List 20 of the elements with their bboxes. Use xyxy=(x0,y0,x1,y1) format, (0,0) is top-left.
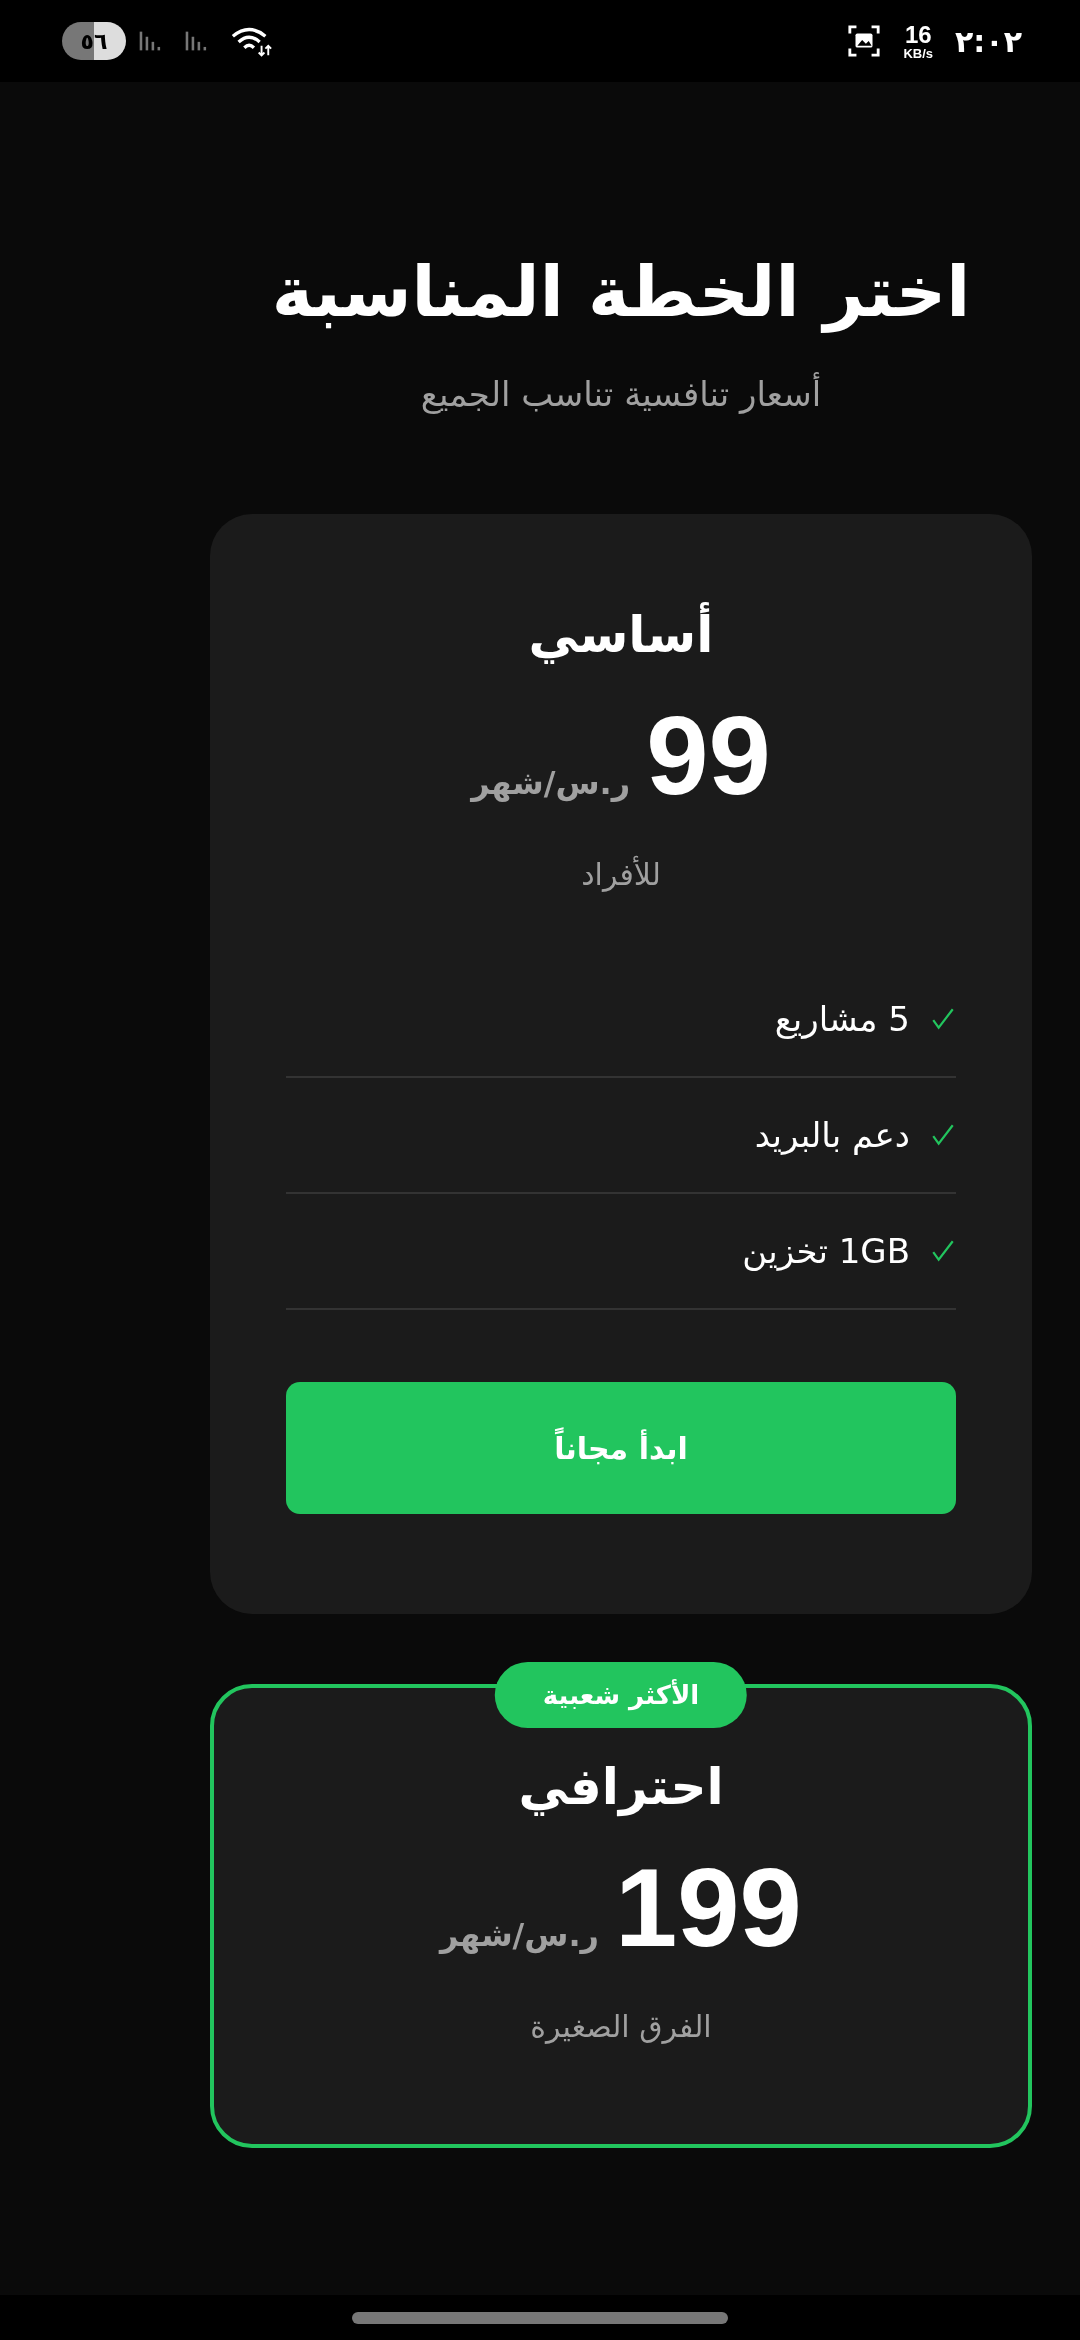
feature-text: 5 مشاريع xyxy=(774,999,910,1040)
plan-audience: الفرق الصغيرة xyxy=(530,2009,712,2045)
price-period: ر.س/شهر xyxy=(471,764,631,802)
price-period: ر.س/شهر xyxy=(440,1916,600,1955)
clock: ٢:٠٢ xyxy=(955,23,1022,59)
network-speed-unit: KB/s xyxy=(903,46,934,60)
page-subtitle: أسعار تنافسية تناسب الجميع xyxy=(420,374,822,414)
network-speed: 16 xyxy=(904,22,932,47)
popular-badge: الأكثر شعبية xyxy=(494,1662,748,1729)
feature-text: 1GB تخزين xyxy=(742,1231,910,1272)
home-indicator[interactable] xyxy=(352,2311,728,2324)
battery-indicator: ٥٦ xyxy=(62,22,126,60)
page-title: اختر الخطة المناسبة xyxy=(271,250,971,334)
plan-audience: للأفراد xyxy=(581,857,661,893)
plan-price: 199 xyxy=(615,1846,802,1970)
start-button[interactable]: ابدأ مجاناً xyxy=(286,1382,956,1515)
feature-text: دعم بالبريد xyxy=(754,1115,910,1156)
screenshot-icon xyxy=(847,24,882,58)
plan-price: 99 xyxy=(646,694,771,818)
plan-name: احترافي xyxy=(518,1758,724,1817)
